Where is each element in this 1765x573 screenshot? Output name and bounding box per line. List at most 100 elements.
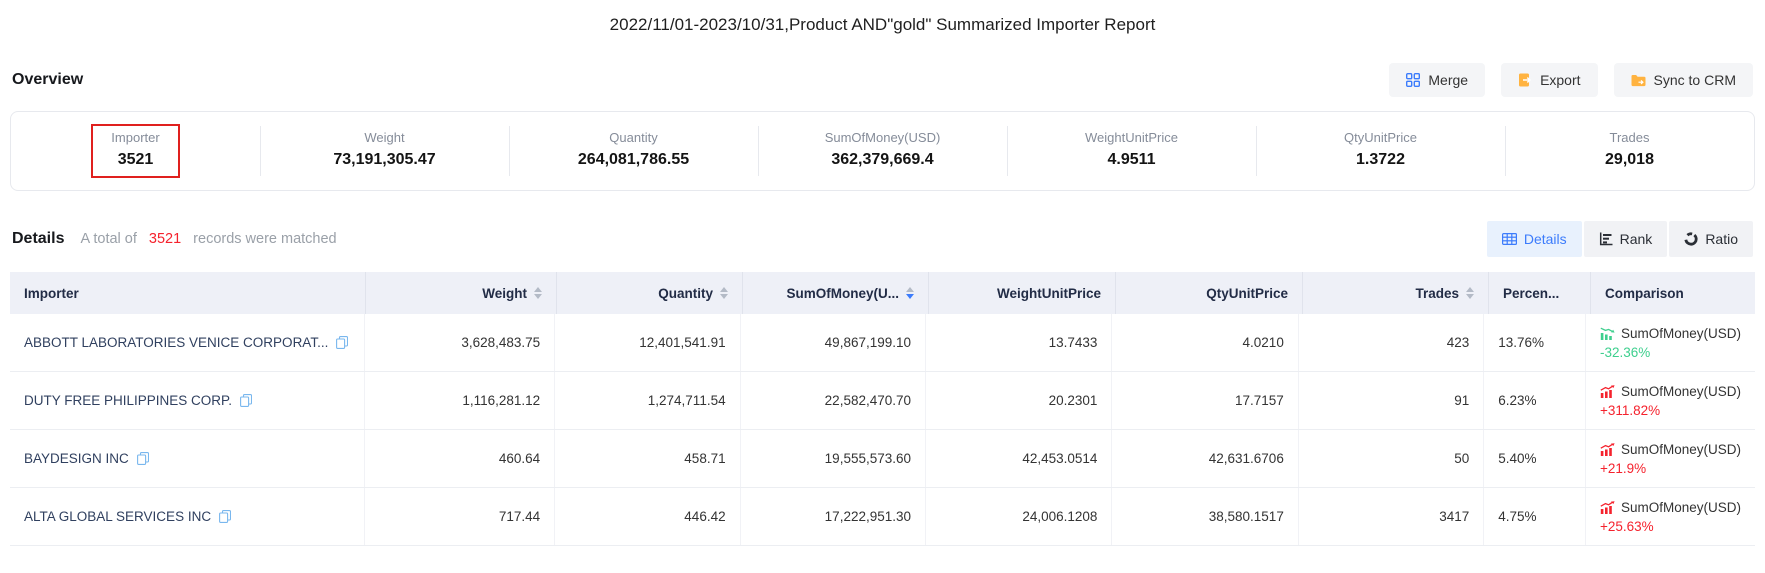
stat-value: 264,081,786.55 — [578, 151, 689, 169]
sort-icon[interactable] — [1466, 287, 1474, 299]
stat-weight-unit-price: WeightUnitPrice 4.9511 — [1007, 112, 1256, 190]
weight-unit-price-cell: 42,453.0514 — [925, 430, 1111, 487]
trend-up-chart-icon — [1600, 385, 1615, 398]
qty-unit-price-cell: 38,580.1517 — [1111, 488, 1297, 545]
matched-count: 3521 — [149, 231, 181, 247]
copy-button[interactable] — [219, 510, 231, 523]
matched-suffix: records were matched — [193, 231, 336, 247]
importer-report-page: 2022/11/01-2023/10/31,Product AND"gold" … — [0, 0, 1765, 573]
table-row: BAYDESIGN INC 460.64 458.71 19,555,573.6… — [10, 430, 1755, 488]
table-header-row: Importer Weight Quantity SumOfMoney(U...… — [10, 272, 1755, 314]
comparison-metric: SumOfMoney(USD) — [1621, 326, 1741, 341]
weight-unit-price-cell: 13.7433 — [925, 314, 1111, 371]
rank-chart-icon — [1599, 232, 1613, 246]
stat-label: Weight — [364, 130, 404, 145]
copy-button[interactable] — [240, 394, 252, 407]
overview-heading: Overview — [12, 71, 83, 89]
stat-label: Importer — [111, 130, 159, 145]
tab-rank-label: Rank — [1620, 231, 1653, 247]
percent-cell: 5.40% — [1483, 430, 1585, 487]
tab-details-label: Details — [1524, 231, 1567, 247]
comparison-cell: SumOfMoney(USD) +311.82% — [1585, 372, 1755, 429]
tab-rank[interactable]: Rank — [1584, 221, 1668, 257]
sync-folder-icon — [1631, 74, 1646, 87]
comparison-metric: SumOfMoney(USD) — [1621, 500, 1741, 515]
quantity-cell: 12,401,541.91 — [554, 314, 739, 371]
trend-up-chart-icon — [1600, 443, 1615, 456]
table-row: ABBOTT LABORATORIES VENICE CORPORAT... 3… — [10, 314, 1755, 372]
importer-cell: DUTY FREE PHILIPPINES CORP. — [10, 372, 364, 429]
column-header-sum-of-money[interactable]: SumOfMoney(U... — [742, 272, 928, 314]
column-header-trades[interactable]: Trades — [1302, 272, 1488, 314]
trend-down-chart-icon — [1600, 327, 1615, 340]
importer-cell: ABBOTT LABORATORIES VENICE CORPORAT... — [10, 314, 364, 371]
comparison-change: +21.9% — [1600, 461, 1646, 476]
sum-cell: 17,222,951.30 — [740, 488, 925, 545]
matched-summary: A total of 3521 records were matched — [80, 231, 336, 247]
percent-cell: 6.23% — [1483, 372, 1585, 429]
importer-name-link[interactable]: ABBOTT LABORATORIES VENICE CORPORAT... — [24, 335, 328, 350]
copy-icon — [219, 510, 231, 523]
tab-details[interactable]: Details — [1487, 221, 1582, 257]
qty-unit-price-cell: 4.0210 — [1111, 314, 1297, 371]
export-icon — [1518, 73, 1532, 87]
sort-icon[interactable] — [534, 287, 542, 299]
sync-to-crm-button[interactable]: Sync to CRM — [1614, 63, 1753, 97]
weight-cell: 1,116,281.12 — [364, 372, 554, 429]
trades-cell: 423 — [1298, 314, 1483, 371]
weight-unit-price-cell: 24,006.1208 — [925, 488, 1111, 545]
trend-up-chart-icon — [1600, 501, 1615, 514]
copy-button[interactable] — [336, 336, 348, 349]
weight-unit-price-cell: 20.2301 — [925, 372, 1111, 429]
sort-icon[interactable] — [720, 287, 728, 299]
sort-icon-active-desc[interactable] — [906, 287, 914, 299]
ratio-pie-icon — [1684, 232, 1698, 246]
merge-icon — [1406, 73, 1420, 87]
comparison-change: +311.82% — [1600, 403, 1660, 418]
sum-cell: 19,555,573.60 — [740, 430, 925, 487]
weight-cell: 460.64 — [364, 430, 554, 487]
importer-table: Importer Weight Quantity SumOfMoney(U...… — [10, 272, 1755, 546]
column-header-percent: Percen... — [1488, 272, 1590, 314]
export-button-label: Export — [1540, 72, 1580, 88]
importer-name-link[interactable]: DUTY FREE PHILIPPINES CORP. — [24, 393, 232, 408]
stat-weight: Weight 73,191,305.47 — [260, 112, 509, 190]
importer-cell: BAYDESIGN INC — [10, 430, 364, 487]
stat-value: 362,379,669.4 — [831, 151, 933, 169]
details-header-row: Details A total of 3521 records were match… — [12, 221, 1753, 257]
stat-label: Quantity — [609, 130, 657, 145]
sum-cell: 22,582,470.70 — [740, 372, 925, 429]
copy-icon — [240, 394, 252, 407]
sum-cell: 49,867,199.10 — [740, 314, 925, 371]
comparison-cell: SumOfMoney(USD) +21.9% — [1585, 430, 1755, 487]
importer-name-link[interactable]: ALTA GLOBAL SERVICES INC — [24, 509, 211, 524]
tab-ratio[interactable]: Ratio — [1669, 221, 1753, 257]
matched-prefix: A total of — [80, 231, 136, 247]
overview-header-row: Overview Merge Export — [0, 63, 1765, 97]
comparison-change: -32.36% — [1600, 345, 1650, 360]
stat-sum-of-money: SumOfMoney(USD) 362,379,669.4 — [758, 112, 1007, 190]
stat-value: 1.3722 — [1356, 151, 1405, 169]
weight-cell: 717.44 — [364, 488, 554, 545]
importer-name-link[interactable]: BAYDESIGN INC — [24, 451, 129, 466]
export-button[interactable]: Export — [1501, 63, 1597, 97]
column-header-weight[interactable]: Weight — [365, 272, 556, 314]
column-header-comparison: Comparison — [1590, 272, 1755, 314]
stat-quantity: Quantity 264,081,786.55 — [509, 112, 758, 190]
trades-cell: 3417 — [1298, 488, 1483, 545]
merge-button[interactable]: Merge — [1389, 63, 1485, 97]
table-row: ALTA GLOBAL SERVICES INC 717.44 446.42 1… — [10, 488, 1755, 546]
sync-to-crm-button-label: Sync to CRM — [1654, 72, 1736, 88]
tab-ratio-label: Ratio — [1705, 231, 1738, 247]
stat-label: Trades — [1610, 130, 1650, 145]
importer-cell: ALTA GLOBAL SERVICES INC — [10, 488, 364, 545]
trades-cell: 50 — [1298, 430, 1483, 487]
red-annotation-box: Importer 3521 — [91, 124, 179, 178]
stat-value: 29,018 — [1605, 151, 1654, 169]
copy-button[interactable] — [137, 452, 149, 465]
page-title: 2022/11/01-2023/10/31,Product AND"gold" … — [0, 0, 1765, 35]
stat-importer: Importer 3521 — [11, 112, 260, 190]
details-heading: Details — [12, 230, 64, 248]
stat-value: 4.9511 — [1107, 151, 1155, 169]
column-header-quantity[interactable]: Quantity — [556, 272, 742, 314]
